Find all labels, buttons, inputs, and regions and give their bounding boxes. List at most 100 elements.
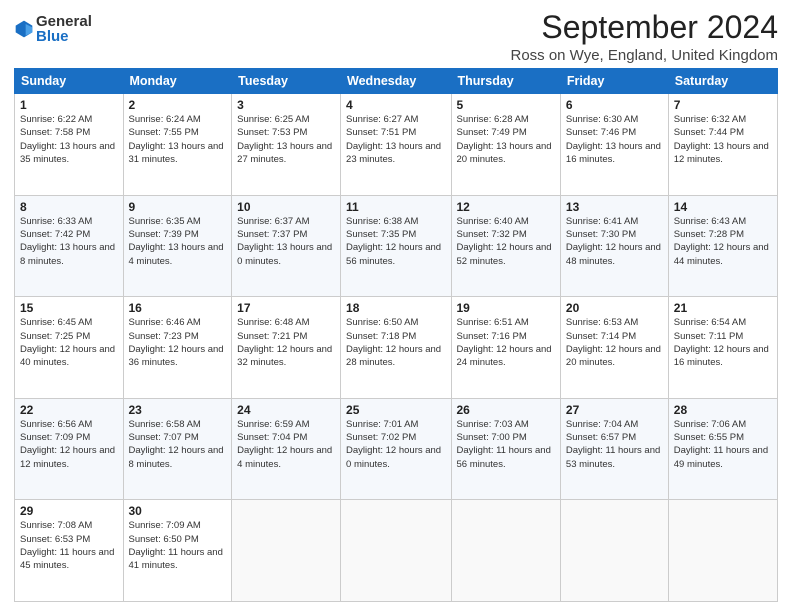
logo-blue-text: Blue	[36, 29, 92, 44]
day-number: 30	[129, 504, 227, 518]
day-cell: 30Sunrise: 7:09 AMSunset: 6:50 PMDayligh…	[123, 500, 232, 602]
day-cell: 28Sunrise: 7:06 AMSunset: 6:55 PMDayligh…	[668, 398, 777, 500]
day-number: 14	[674, 200, 772, 214]
day-info: Sunrise: 7:03 AMSunset: 7:00 PMDaylight:…	[457, 418, 555, 471]
day-number: 7	[674, 98, 772, 112]
calendar-table: SundayMondayTuesdayWednesdayThursdayFrid…	[14, 68, 778, 602]
day-info: Sunrise: 6:56 AMSunset: 7:09 PMDaylight:…	[20, 418, 118, 471]
day-number: 12	[457, 200, 555, 214]
col-header-friday: Friday	[560, 69, 668, 94]
day-cell: 15Sunrise: 6:45 AMSunset: 7:25 PMDayligh…	[15, 297, 124, 399]
col-header-wednesday: Wednesday	[341, 69, 451, 94]
day-info: Sunrise: 6:45 AMSunset: 7:25 PMDaylight:…	[20, 316, 118, 369]
day-number: 5	[457, 98, 555, 112]
day-number: 29	[20, 504, 118, 518]
day-number: 8	[20, 200, 118, 214]
day-info: Sunrise: 6:32 AMSunset: 7:44 PMDaylight:…	[674, 113, 772, 166]
day-cell: 12Sunrise: 6:40 AMSunset: 7:32 PMDayligh…	[451, 195, 560, 297]
title-section: September 2024 Ross on Wye, England, Uni…	[510, 10, 778, 64]
month-title: September 2024	[510, 10, 778, 45]
day-number: 3	[237, 98, 335, 112]
day-info: Sunrise: 6:24 AMSunset: 7:55 PMDaylight:…	[129, 113, 227, 166]
day-info: Sunrise: 6:35 AMSunset: 7:39 PMDaylight:…	[129, 215, 227, 268]
day-info: Sunrise: 7:04 AMSunset: 6:57 PMDaylight:…	[566, 418, 663, 471]
day-number: 19	[457, 301, 555, 315]
day-number: 17	[237, 301, 335, 315]
day-info: Sunrise: 6:27 AMSunset: 7:51 PMDaylight:…	[346, 113, 445, 166]
day-number: 27	[566, 403, 663, 417]
day-info: Sunrise: 6:59 AMSunset: 7:04 PMDaylight:…	[237, 418, 335, 471]
day-cell: 29Sunrise: 7:08 AMSunset: 6:53 PMDayligh…	[15, 500, 124, 602]
day-info: Sunrise: 6:43 AMSunset: 7:28 PMDaylight:…	[674, 215, 772, 268]
day-number: 24	[237, 403, 335, 417]
day-info: Sunrise: 7:06 AMSunset: 6:55 PMDaylight:…	[674, 418, 772, 471]
day-cell	[232, 500, 341, 602]
day-number: 21	[674, 301, 772, 315]
day-cell: 13Sunrise: 6:41 AMSunset: 7:30 PMDayligh…	[560, 195, 668, 297]
day-info: Sunrise: 7:01 AMSunset: 7:02 PMDaylight:…	[346, 418, 445, 471]
day-info: Sunrise: 6:28 AMSunset: 7:49 PMDaylight:…	[457, 113, 555, 166]
day-info: Sunrise: 6:40 AMSunset: 7:32 PMDaylight:…	[457, 215, 555, 268]
col-header-saturday: Saturday	[668, 69, 777, 94]
day-number: 28	[674, 403, 772, 417]
week-row-3: 15Sunrise: 6:45 AMSunset: 7:25 PMDayligh…	[15, 297, 778, 399]
day-cell: 4Sunrise: 6:27 AMSunset: 7:51 PMDaylight…	[341, 94, 451, 196]
day-info: Sunrise: 6:33 AMSunset: 7:42 PMDaylight:…	[20, 215, 118, 268]
week-row-5: 29Sunrise: 7:08 AMSunset: 6:53 PMDayligh…	[15, 500, 778, 602]
day-number: 18	[346, 301, 445, 315]
day-info: Sunrise: 6:53 AMSunset: 7:14 PMDaylight:…	[566, 316, 663, 369]
col-header-tuesday: Tuesday	[232, 69, 341, 94]
day-cell: 24Sunrise: 6:59 AMSunset: 7:04 PMDayligh…	[232, 398, 341, 500]
day-number: 26	[457, 403, 555, 417]
header: General Blue September 2024 Ross on Wye,…	[14, 10, 778, 64]
day-cell	[341, 500, 451, 602]
col-header-thursday: Thursday	[451, 69, 560, 94]
col-header-monday: Monday	[123, 69, 232, 94]
day-cell: 5Sunrise: 6:28 AMSunset: 7:49 PMDaylight…	[451, 94, 560, 196]
day-number: 4	[346, 98, 445, 112]
day-number: 11	[346, 200, 445, 214]
day-cell: 3Sunrise: 6:25 AMSunset: 7:53 PMDaylight…	[232, 94, 341, 196]
day-info: Sunrise: 7:09 AMSunset: 6:50 PMDaylight:…	[129, 519, 227, 572]
day-info: Sunrise: 6:54 AMSunset: 7:11 PMDaylight:…	[674, 316, 772, 369]
day-number: 22	[20, 403, 118, 417]
day-info: Sunrise: 6:50 AMSunset: 7:18 PMDaylight:…	[346, 316, 445, 369]
day-cell: 16Sunrise: 6:46 AMSunset: 7:23 PMDayligh…	[123, 297, 232, 399]
day-info: Sunrise: 6:51 AMSunset: 7:16 PMDaylight:…	[457, 316, 555, 369]
day-number: 9	[129, 200, 227, 214]
col-header-sunday: Sunday	[15, 69, 124, 94]
day-cell: 20Sunrise: 6:53 AMSunset: 7:14 PMDayligh…	[560, 297, 668, 399]
day-info: Sunrise: 6:37 AMSunset: 7:37 PMDaylight:…	[237, 215, 335, 268]
day-info: Sunrise: 6:22 AMSunset: 7:58 PMDaylight:…	[20, 113, 118, 166]
logo-icon	[14, 19, 34, 39]
logo-text: General Blue	[36, 14, 92, 44]
day-cell: 25Sunrise: 7:01 AMSunset: 7:02 PMDayligh…	[341, 398, 451, 500]
day-cell: 6Sunrise: 6:30 AMSunset: 7:46 PMDaylight…	[560, 94, 668, 196]
day-cell: 22Sunrise: 6:56 AMSunset: 7:09 PMDayligh…	[15, 398, 124, 500]
day-number: 2	[129, 98, 227, 112]
day-number: 20	[566, 301, 663, 315]
day-info: Sunrise: 6:58 AMSunset: 7:07 PMDaylight:…	[129, 418, 227, 471]
day-info: Sunrise: 7:08 AMSunset: 6:53 PMDaylight:…	[20, 519, 118, 572]
day-cell: 8Sunrise: 6:33 AMSunset: 7:42 PMDaylight…	[15, 195, 124, 297]
day-cell: 19Sunrise: 6:51 AMSunset: 7:16 PMDayligh…	[451, 297, 560, 399]
day-cell: 17Sunrise: 6:48 AMSunset: 7:21 PMDayligh…	[232, 297, 341, 399]
day-info: Sunrise: 6:48 AMSunset: 7:21 PMDaylight:…	[237, 316, 335, 369]
day-info: Sunrise: 6:41 AMSunset: 7:30 PMDaylight:…	[566, 215, 663, 268]
day-cell: 10Sunrise: 6:37 AMSunset: 7:37 PMDayligh…	[232, 195, 341, 297]
day-cell: 9Sunrise: 6:35 AMSunset: 7:39 PMDaylight…	[123, 195, 232, 297]
day-number: 10	[237, 200, 335, 214]
week-row-4: 22Sunrise: 6:56 AMSunset: 7:09 PMDayligh…	[15, 398, 778, 500]
day-info: Sunrise: 6:46 AMSunset: 7:23 PMDaylight:…	[129, 316, 227, 369]
day-number: 16	[129, 301, 227, 315]
week-row-1: 1Sunrise: 6:22 AMSunset: 7:58 PMDaylight…	[15, 94, 778, 196]
day-cell: 21Sunrise: 6:54 AMSunset: 7:11 PMDayligh…	[668, 297, 777, 399]
day-info: Sunrise: 6:38 AMSunset: 7:35 PMDaylight:…	[346, 215, 445, 268]
header-row: SundayMondayTuesdayWednesdayThursdayFrid…	[15, 69, 778, 94]
day-cell: 18Sunrise: 6:50 AMSunset: 7:18 PMDayligh…	[341, 297, 451, 399]
day-cell: 23Sunrise: 6:58 AMSunset: 7:07 PMDayligh…	[123, 398, 232, 500]
page: General Blue September 2024 Ross on Wye,…	[0, 0, 792, 612]
logo: General Blue	[14, 14, 92, 44]
day-cell: 2Sunrise: 6:24 AMSunset: 7:55 PMDaylight…	[123, 94, 232, 196]
week-row-2: 8Sunrise: 6:33 AMSunset: 7:42 PMDaylight…	[15, 195, 778, 297]
